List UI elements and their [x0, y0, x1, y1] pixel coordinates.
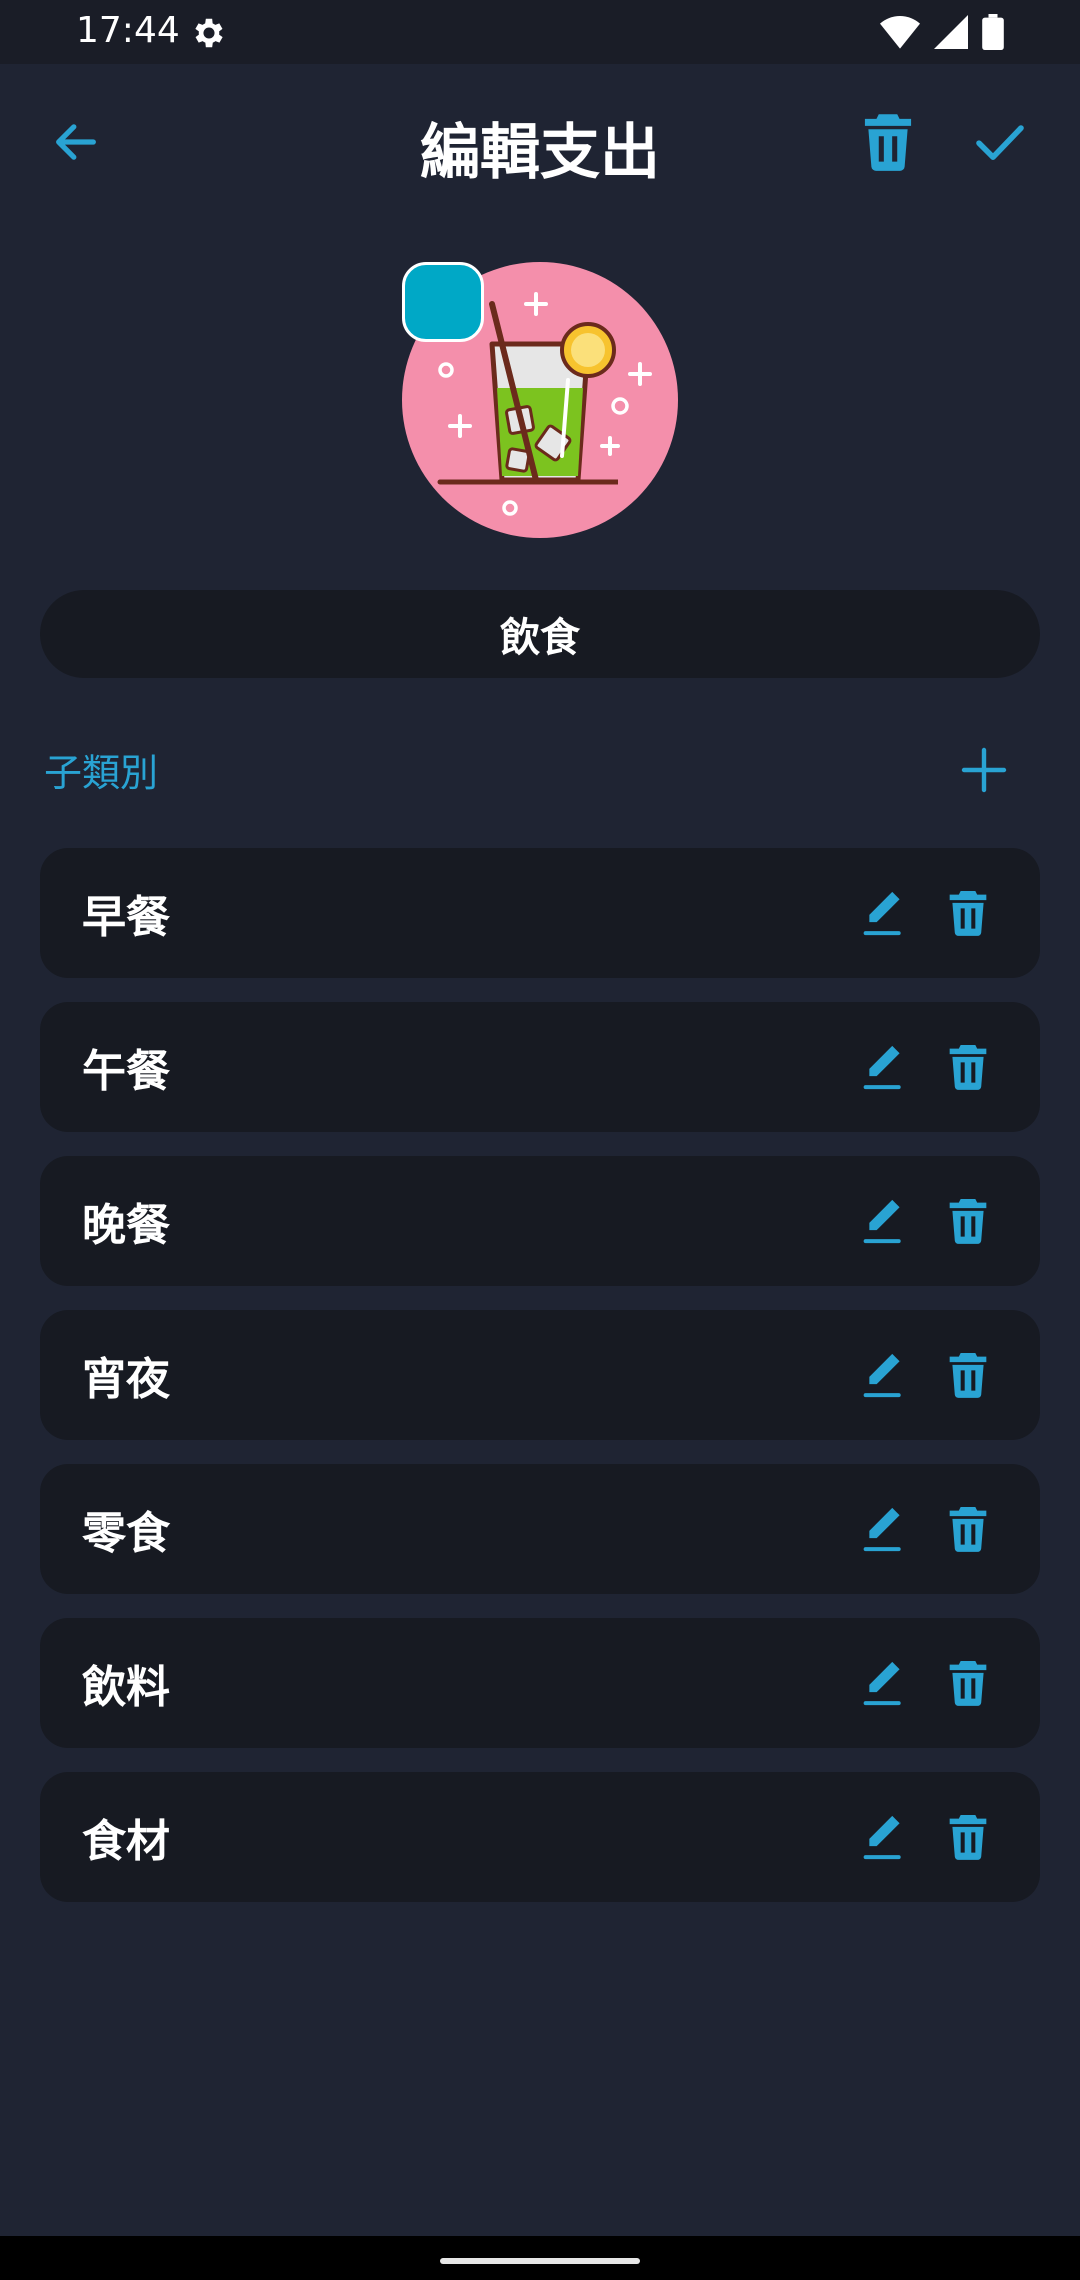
edit-subcategory-button[interactable] [852, 1805, 916, 1869]
subcategory-list: 早餐 午餐 晚餐 宵夜 零食 飲料 食材 [40, 848, 1040, 1926]
delete-subcategory-button[interactable] [936, 1035, 1000, 1099]
home-gesture-handle[interactable] [440, 2258, 640, 2264]
list-item[interactable]: 早餐 [40, 848, 1040, 978]
trash-icon [949, 1045, 987, 1090]
list-item[interactable]: 午餐 [40, 1002, 1040, 1132]
signal-icon [934, 15, 968, 49]
edit-subcategory-button[interactable] [852, 1343, 916, 1407]
trash-icon [949, 1353, 987, 1398]
add-subcategory-button[interactable] [952, 738, 1016, 802]
subcategory-label: 飲料 [82, 1662, 170, 1713]
list-item[interactable]: 晚餐 [40, 1156, 1040, 1286]
edit-subcategory-button[interactable] [852, 1497, 916, 1561]
app-bar: 編輯支出 [0, 64, 1080, 220]
subcategory-header: 子類別 [44, 751, 159, 795]
trash-icon [949, 891, 987, 936]
plus-icon [961, 747, 1007, 793]
delete-subcategory-button[interactable] [936, 1805, 1000, 1869]
status-time: 17:44 [76, 10, 180, 51]
battery-icon [982, 14, 1004, 50]
subcategory-label: 晚餐 [82, 1200, 170, 1251]
trash-icon [949, 1661, 987, 1706]
subcategory-label: 午餐 [82, 1046, 170, 1097]
pencil-icon [863, 1199, 901, 1244]
pencil-icon [863, 1661, 901, 1706]
delete-category-button[interactable] [852, 104, 924, 180]
list-item[interactable]: 食材 [40, 1772, 1040, 1902]
wifi-icon [880, 16, 920, 49]
edit-subcategory-button[interactable] [852, 1035, 916, 1099]
category-name-field[interactable]: 飲食 [40, 590, 1040, 678]
delete-subcategory-button[interactable] [936, 1343, 1000, 1407]
pencil-icon [863, 1353, 901, 1398]
list-item[interactable]: 零食 [40, 1464, 1040, 1594]
subcategory-label: 食材 [82, 1816, 170, 1867]
status-icons [880, 14, 1004, 50]
confirm-button[interactable] [960, 104, 1040, 180]
delete-subcategory-button[interactable] [936, 1497, 1000, 1561]
status-bar: 17:44 [0, 0, 1080, 64]
trash-icon [949, 1815, 987, 1860]
gear-icon [195, 18, 223, 48]
subcategory-label: 早餐 [82, 892, 170, 943]
list-item[interactable]: 宵夜 [40, 1310, 1040, 1440]
system-nav-bar [0, 2236, 1080, 2280]
trash-icon [864, 114, 912, 171]
list-item[interactable]: 飲料 [40, 1618, 1040, 1748]
trash-icon [949, 1199, 987, 1244]
edit-subcategory-button[interactable] [852, 1189, 916, 1253]
pencil-icon [863, 1045, 901, 1090]
edit-subcategory-button[interactable] [852, 881, 916, 945]
color-swatch[interactable] [402, 262, 484, 342]
check-icon [976, 125, 1024, 160]
delete-subcategory-button[interactable] [936, 1651, 1000, 1715]
trash-icon [949, 1507, 987, 1552]
subcategory-label: 宵夜 [82, 1354, 170, 1405]
edit-subcategory-button[interactable] [852, 1651, 916, 1715]
pencil-icon [863, 891, 901, 936]
delete-subcategory-button[interactable] [936, 881, 1000, 945]
pencil-icon [863, 1815, 901, 1860]
pencil-icon [863, 1507, 901, 1552]
subcategory-label: 零食 [82, 1508, 170, 1559]
delete-subcategory-button[interactable] [936, 1189, 1000, 1253]
